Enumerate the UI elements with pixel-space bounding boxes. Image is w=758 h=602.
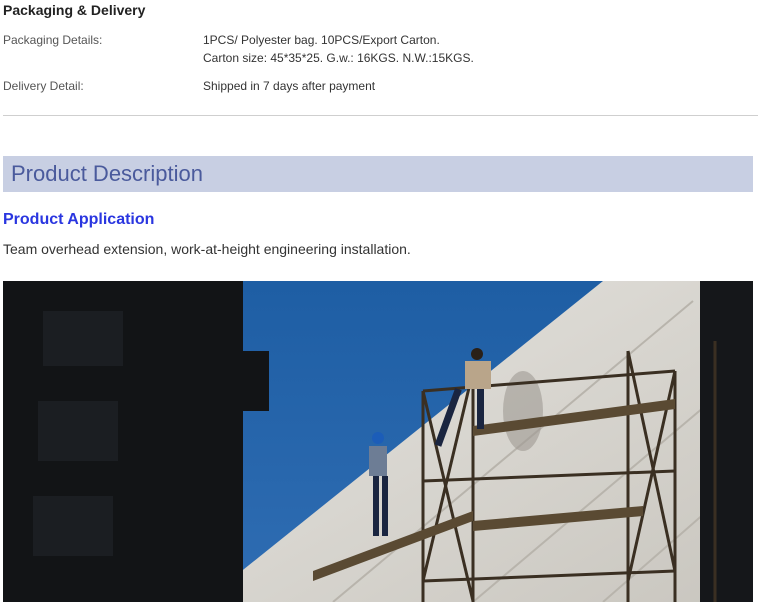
dark-column (700, 281, 753, 602)
delivery-detail-label: Delivery Detail: (3, 79, 84, 93)
product-description-bar: Product Description (3, 156, 753, 192)
packaging-details-line2: Carton size: 45*35*25. G.w.: 16KGS. N.W.… (203, 51, 474, 65)
product-application-heading: Product Application (3, 211, 155, 228)
delivery-detail-value: Shipped in 7 days after payment (203, 79, 376, 93)
section-divider (3, 115, 758, 116)
packaging-details-label: Packaging Details: (3, 33, 103, 47)
packaging-details-line1: 1PCS/ Polyester bag. 10PCS/Export Carton… (203, 33, 440, 47)
packaging-heading: Packaging & Delivery (3, 2, 146, 18)
product-application-text: Team overhead extension, work-at-height … (3, 241, 411, 257)
product-photo (3, 281, 753, 602)
